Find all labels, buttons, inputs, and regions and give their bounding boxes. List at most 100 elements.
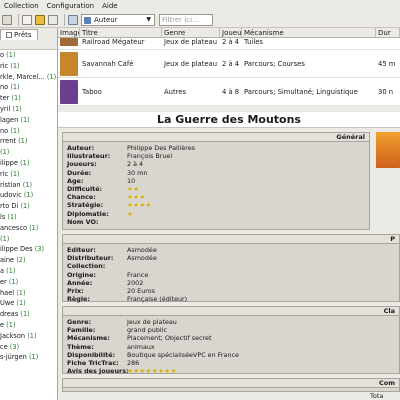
author-count: (1) bbox=[7, 212, 17, 221]
author-name: yril bbox=[0, 104, 11, 113]
column-image[interactable]: Image bbox=[58, 28, 80, 37]
field-label: Nom VO: bbox=[67, 217, 99, 226]
author-list-item[interactable]: lagen (1) bbox=[0, 115, 57, 126]
table-row[interactable]: Railroad Mégateur Jeux de plateau 2 à 4 … bbox=[58, 38, 400, 50]
column-joueurs[interactable]: Joueurs bbox=[220, 28, 242, 37]
detail-field: Prix: 20 Euros bbox=[67, 287, 395, 295]
author-count: (3) bbox=[9, 342, 20, 351]
edit-icon[interactable] bbox=[35, 14, 45, 25]
author-list-item[interactable]: ilippe (1) bbox=[0, 158, 57, 169]
author-count: (1) bbox=[18, 137, 28, 146]
left-panel: Prêts o (1) ric (1) rkle, Marcel... (1) no … bbox=[0, 28, 58, 400]
author-list-item[interactable]: er (1) bbox=[0, 277, 57, 288]
author-count: (1) bbox=[8, 277, 19, 286]
field-label: Durée: bbox=[67, 168, 92, 177]
detail-field: Chance: ★★★ bbox=[67, 193, 365, 201]
author-count: (1) bbox=[16, 288, 26, 297]
detail-field: Editeur: Asmodée bbox=[67, 246, 395, 254]
author-name: ric bbox=[0, 169, 9, 178]
author-list-item[interactable]: Uwe (1) bbox=[0, 298, 57, 309]
filter-list-icon[interactable] bbox=[68, 14, 78, 25]
new-collection-icon[interactable] bbox=[2, 14, 12, 25]
author-name: Jackson bbox=[0, 331, 26, 340]
field-label: Famille: bbox=[67, 326, 96, 335]
field-label: Disponibilité: bbox=[67, 350, 116, 359]
author-list-item[interactable]: rrent (1) bbox=[0, 136, 57, 147]
section-classification: Cla Genre: Jeux de plateau Famille: grand p… bbox=[62, 306, 400, 375]
author-name: dreas bbox=[0, 310, 19, 319]
author-count: (1) bbox=[10, 83, 20, 92]
row-genre: Jeux de plateau bbox=[164, 60, 218, 68]
game-thumbnail bbox=[60, 80, 78, 104]
author-list-item[interactable]: a (1) bbox=[0, 266, 57, 277]
section-publishing: P Editeur: Asmodée Distributeur: Asmodée Col… bbox=[62, 234, 400, 304]
author-name: rto Di bbox=[0, 202, 19, 211]
detail-field: Avis des joueurs: ★★★★★★★★ bbox=[67, 367, 395, 375]
field-value bbox=[127, 218, 365, 226]
author-list-item[interactable]: rto Di (1) bbox=[0, 201, 57, 212]
author-name: ls bbox=[0, 212, 6, 221]
tab-prets[interactable]: Prêts bbox=[0, 29, 38, 40]
author-list-item[interactable]: rkle, Marcel... (1) bbox=[0, 72, 57, 83]
column-genre[interactable]: Genre bbox=[162, 28, 220, 37]
author-list-item[interactable]: (1) bbox=[0, 234, 57, 245]
field-value: Française (éditeur) bbox=[127, 295, 188, 304]
author-list-item[interactable]: ls (1) bbox=[0, 212, 57, 223]
author-list-item[interactable]: ristian (1) bbox=[0, 180, 57, 191]
filter-input[interactable]: Filtrer ici... bbox=[159, 13, 213, 26]
field-value: ★ bbox=[127, 209, 134, 218]
author-count: (1) bbox=[12, 104, 22, 113]
author-name: lagen bbox=[0, 115, 19, 124]
new-item-icon[interactable] bbox=[22, 14, 32, 25]
author-list-item[interactable]: ter (1) bbox=[0, 93, 57, 104]
section-comments-header: Com bbox=[63, 379, 399, 388]
field-label: Distributeur: bbox=[67, 254, 114, 263]
field-label: Année: bbox=[67, 278, 93, 287]
author-list-item[interactable]: ilippe Des (3) bbox=[0, 244, 57, 255]
author-list-item[interactable]: Jackson (1) bbox=[0, 331, 57, 342]
author-list-item[interactable]: e (1) bbox=[0, 320, 57, 331]
author-name: ce bbox=[0, 342, 8, 351]
author-list-item[interactable]: dreas (1) bbox=[0, 309, 57, 320]
menu-aide[interactable]: Aide bbox=[102, 2, 117, 10]
column-duree[interactable]: Dur bbox=[376, 28, 400, 37]
field-label: Collection: bbox=[67, 262, 106, 271]
column-title[interactable]: Titre bbox=[80, 28, 162, 37]
row-mecanisme: Tuiles bbox=[244, 38, 263, 46]
menu-collection[interactable]: Collection bbox=[4, 2, 39, 10]
table-row[interactable]: Savannah Café Jeux de plateau 2 à 4 Parc… bbox=[58, 50, 400, 78]
author-count: (1) bbox=[11, 94, 21, 103]
author-count: (1) bbox=[10, 126, 20, 135]
author-name: no bbox=[0, 126, 9, 135]
detail-field: Difficulté: ★★ bbox=[67, 185, 365, 193]
detail-field: Disponibilité: Boutique spécialiséeVPC en… bbox=[67, 351, 395, 359]
table-row[interactable]: Taboo Autres 4 à 8 Parcours; Simultané; … bbox=[58, 78, 400, 106]
field-value: Asmodée bbox=[127, 246, 157, 254]
detail-field: Thème: animaux bbox=[67, 343, 395, 351]
author-list-item[interactable]: s-jürgen (1) bbox=[0, 352, 57, 363]
author-list-item[interactable]: no (1) bbox=[0, 126, 57, 137]
field-value: 20 Euros bbox=[127, 286, 155, 295]
author-list-item[interactable]: yril (1) bbox=[0, 104, 57, 115]
author-list-item[interactable]: hael (1) bbox=[0, 288, 57, 299]
author-count: (3) bbox=[34, 245, 45, 254]
group-by-combo[interactable]: Auteur ▼ bbox=[81, 13, 155, 26]
detail-field: Durée: 30 mn bbox=[67, 169, 365, 177]
author-list-item[interactable]: ric (1) bbox=[0, 169, 57, 180]
field-label: Règle: bbox=[67, 295, 90, 304]
field-value: Philippe Des Pallières bbox=[127, 144, 196, 152]
author-list-item[interactable]: (1) bbox=[0, 147, 57, 158]
delete-icon[interactable] bbox=[48, 14, 58, 25]
checkbox-icon bbox=[6, 32, 12, 38]
author-count: (1) bbox=[20, 310, 30, 319]
menu-configuration[interactable]: Configuration bbox=[47, 2, 94, 10]
author-list-item[interactable]: no (1) bbox=[0, 82, 57, 93]
author-list-item[interactable]: aine (2) bbox=[0, 255, 57, 266]
author-list-item[interactable]: ancesco (1) bbox=[0, 223, 57, 234]
column-mecanisme[interactable]: Mécanisme bbox=[242, 28, 376, 37]
author-list-item[interactable]: ce (3) bbox=[0, 342, 57, 353]
author-list-item[interactable]: ric (1) bbox=[0, 61, 57, 72]
author-list-item[interactable]: o (1) bbox=[0, 50, 57, 61]
row-title: Savannah Café bbox=[82, 60, 134, 68]
author-list-item[interactable]: udovic (1) bbox=[0, 190, 57, 201]
